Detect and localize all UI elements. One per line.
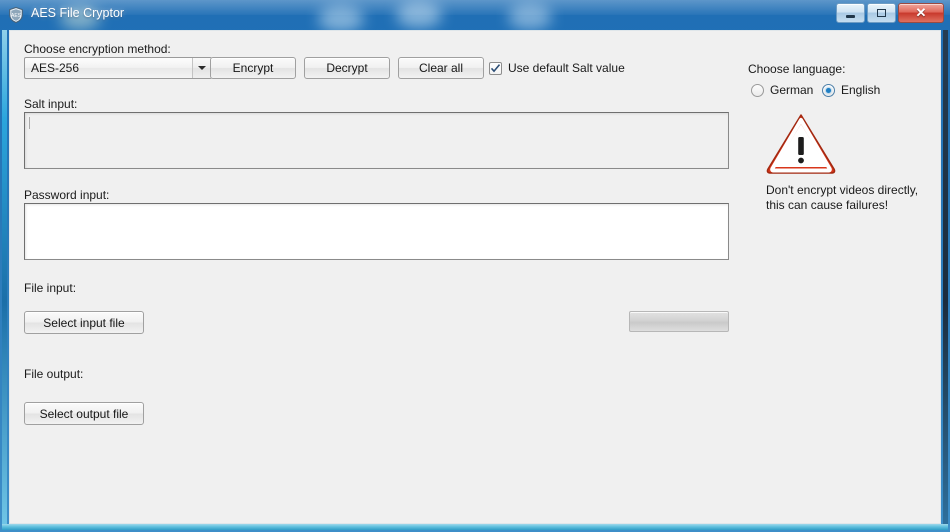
titlebar-gloss xyxy=(0,0,950,15)
window-left-edge xyxy=(2,30,7,524)
text-caret xyxy=(29,117,30,129)
encryption-method-label: Choose encryption method: xyxy=(24,42,171,56)
language-german-label: German xyxy=(770,83,814,97)
language-radio-english[interactable]: English xyxy=(822,83,880,97)
window-title: AES File Cryptor xyxy=(31,6,125,20)
checkbox-icon xyxy=(489,61,502,75)
clear-all-button[interactable]: Clear all xyxy=(398,57,484,79)
window-bottom-edge xyxy=(2,524,948,530)
language-radio-german[interactable]: German xyxy=(751,83,813,97)
chevron-down-icon[interactable] xyxy=(192,58,211,78)
minimize-button[interactable] xyxy=(836,3,865,23)
shield-icon: AES xyxy=(7,6,25,24)
password-input-label: Password input: xyxy=(24,188,110,202)
radio-icon-selected xyxy=(822,83,835,97)
window-right-edge xyxy=(943,30,948,524)
warning-message: Don't encrypt videos directly, this can … xyxy=(766,183,919,212)
select-input-file-button[interactable]: Select input file xyxy=(24,311,144,334)
window-controls: ✕ xyxy=(836,3,944,23)
use-default-salt-label: Use default Salt value xyxy=(508,61,625,75)
title-bar[interactable]: AES AES File Cryptor ✕ xyxy=(0,0,950,30)
encryption-method-value: AES-256 xyxy=(31,61,80,75)
client-area: Choose encryption method: AES-256 Encryp… xyxy=(9,30,941,524)
select-output-file-button[interactable]: Select output file xyxy=(24,402,144,425)
file-input-label: File input: xyxy=(24,281,77,295)
svg-text:AES: AES xyxy=(11,13,22,19)
use-default-salt-checkbox[interactable]: Use default Salt value xyxy=(489,61,625,75)
progress-bar xyxy=(629,311,729,332)
minimize-icon xyxy=(846,15,855,18)
encrypt-button[interactable]: Encrypt xyxy=(210,57,296,79)
salt-input-textarea[interactable] xyxy=(24,112,729,169)
application-window: AES AES File Cryptor ✕ Choose encryption… xyxy=(0,0,950,532)
encryption-method-select[interactable]: AES-256 xyxy=(24,57,212,79)
language-english-label: English xyxy=(841,83,881,97)
salt-input-label: Salt input: xyxy=(24,97,78,111)
password-input-textarea[interactable] xyxy=(24,203,729,260)
file-output-label: File output: xyxy=(24,367,84,381)
language-label: Choose language: xyxy=(748,62,846,76)
maximize-icon xyxy=(877,9,886,17)
close-icon: ✕ xyxy=(915,5,927,20)
maximize-button[interactable] xyxy=(867,3,896,23)
radio-icon xyxy=(751,83,764,97)
decrypt-button[interactable]: Decrypt xyxy=(304,57,390,79)
warning-triangle-icon xyxy=(765,111,837,180)
close-button[interactable]: ✕ xyxy=(898,3,944,23)
